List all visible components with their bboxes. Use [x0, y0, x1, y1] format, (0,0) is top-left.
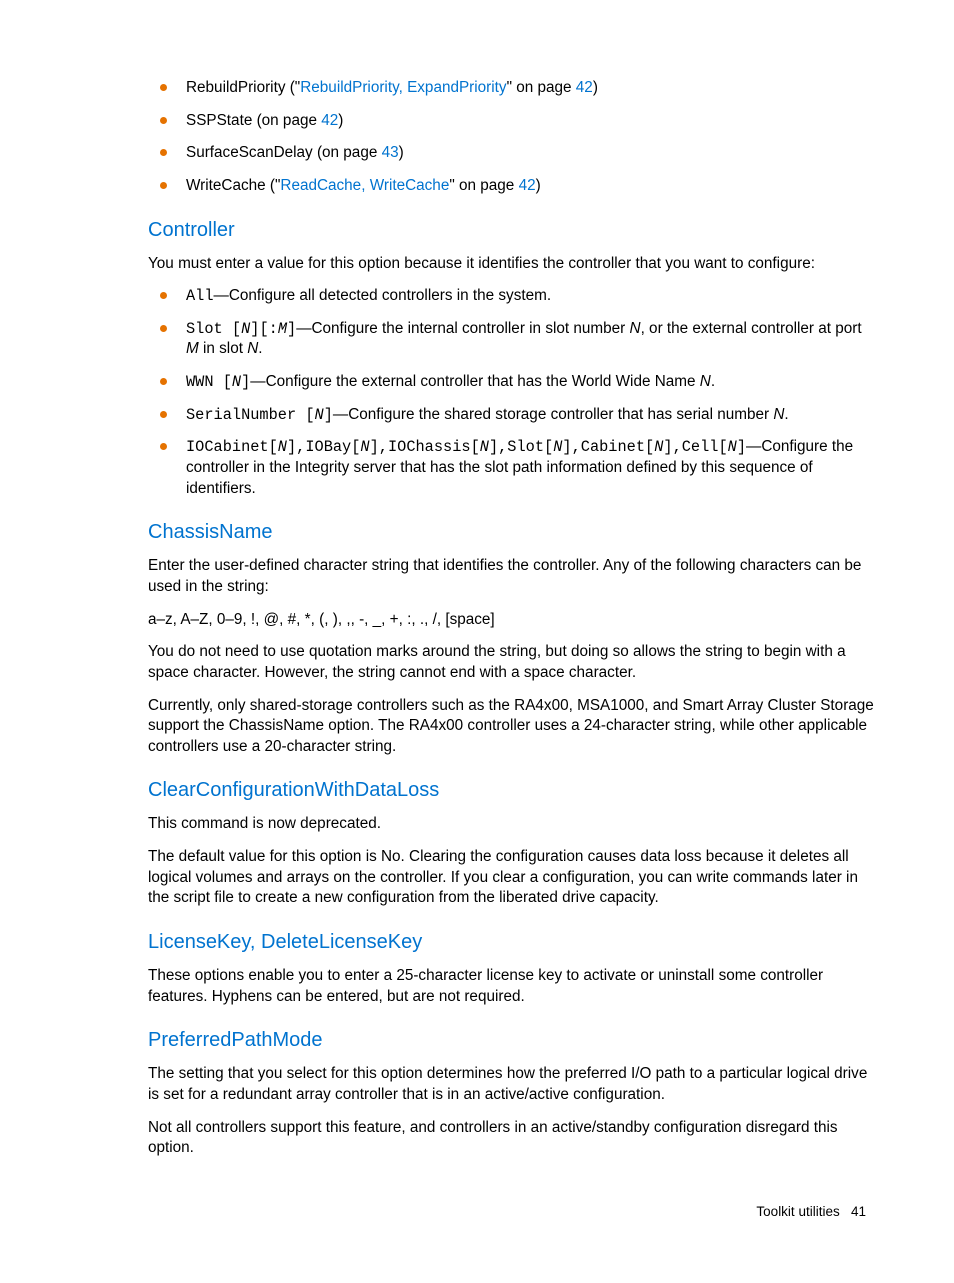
- list-item: SurfaceScanDelay (on page 43): [148, 143, 876, 164]
- code-text: Slot [: [186, 320, 241, 338]
- list-item: SSPState (on page 42): [148, 111, 876, 132]
- text: ): [399, 144, 404, 161]
- code-text: ],Cabinet[: [562, 438, 654, 456]
- var: M: [186, 340, 199, 357]
- code-text: SerialNumber [: [186, 406, 315, 424]
- list-item: SerialNumber [N]—Configure the shared st…: [148, 405, 876, 426]
- controller-list: All—Configure all detected controllers i…: [148, 286, 876, 499]
- code-var: N: [360, 438, 369, 456]
- paragraph: These options enable you to enter a 25-c…: [148, 966, 876, 1007]
- paragraph: Enter the user-defined character string …: [148, 556, 876, 597]
- code-text: ],Cell[: [663, 438, 727, 456]
- code-text: All: [186, 287, 214, 305]
- var: N: [247, 340, 258, 357]
- code-text: ],Slot[: [489, 438, 553, 456]
- text: ): [338, 112, 343, 129]
- text: —Configure the shared storage controller…: [333, 406, 773, 423]
- text: —Configure the internal controller in sl…: [296, 320, 629, 337]
- paragraph: This command is now deprecated.: [148, 814, 876, 835]
- top-option-list: RebuildPriority ("RebuildPriority, Expan…: [148, 78, 876, 197]
- text: ): [593, 79, 598, 96]
- paragraph: You must enter a value for this option b…: [148, 254, 876, 275]
- code-text: ]: [324, 406, 333, 424]
- code-var: M: [278, 320, 287, 338]
- text: in slot: [199, 340, 247, 357]
- text: SSPState (on page: [186, 112, 321, 129]
- code-text: IOCabinet[: [186, 438, 278, 456]
- paragraph: The default value for this option is No.…: [148, 847, 876, 909]
- text: —Configure all detected controllers in t…: [214, 287, 552, 304]
- page-ref-link[interactable]: 42: [519, 177, 536, 194]
- var: N: [700, 373, 711, 390]
- list-item: WriteCache ("ReadCache, WriteCache" on p…: [148, 176, 876, 197]
- paragraph: Not all controllers support this feature…: [148, 1118, 876, 1159]
- code-text: ],IOBay[: [287, 438, 360, 456]
- xref-link[interactable]: ReadCache, WriteCache: [280, 177, 449, 194]
- code-text: ],IOChassis[: [370, 438, 480, 456]
- code-var: N: [480, 438, 489, 456]
- footer-page: 41: [851, 1204, 866, 1219]
- text: " on page: [449, 177, 518, 194]
- text: SurfaceScanDelay (on page: [186, 144, 382, 161]
- page-ref-link[interactable]: 43: [382, 144, 399, 161]
- xref-link[interactable]: RebuildPriority, ExpandPriority: [300, 79, 506, 96]
- page-ref-link[interactable]: 42: [576, 79, 593, 96]
- heading-clearconfig: ClearConfigurationWithDataLoss: [148, 777, 876, 804]
- text: .: [258, 340, 262, 357]
- list-item: RebuildPriority ("RebuildPriority, Expan…: [148, 78, 876, 99]
- code-var: N: [232, 373, 241, 391]
- footer-label: Toolkit utilities: [756, 1204, 839, 1219]
- text: —Configure the external controller that …: [250, 373, 700, 390]
- code-var: N: [241, 320, 250, 338]
- code-text: WWN [: [186, 373, 232, 391]
- code-text: ]: [241, 373, 250, 391]
- paragraph: a–z, A–Z, 0–9, !, @, #, *, (, ), ,, -, _…: [148, 610, 876, 631]
- list-item: IOCabinet[N],IOBay[N],IOChassis[N],Slot[…: [148, 437, 876, 499]
- page-footer: Toolkit utilities 41: [148, 1203, 876, 1221]
- code-var: N: [728, 438, 737, 456]
- text: WriteCache (": [186, 177, 280, 194]
- page-ref-link[interactable]: 42: [321, 112, 338, 129]
- code-text: ]: [737, 438, 746, 456]
- code-var: N: [315, 406, 324, 424]
- text: " on page: [507, 79, 576, 96]
- text: RebuildPriority (": [186, 79, 300, 96]
- paragraph: You do not need to use quotation marks a…: [148, 642, 876, 683]
- heading-chassisname: ChassisName: [148, 519, 876, 546]
- text: .: [711, 373, 715, 390]
- code-text: ][:: [250, 320, 278, 338]
- list-item: WWN [N]—Configure the external controlle…: [148, 372, 876, 393]
- paragraph: The setting that you select for this opt…: [148, 1064, 876, 1105]
- code-var: N: [654, 438, 663, 456]
- text: ): [536, 177, 541, 194]
- list-item: All—Configure all detected controllers i…: [148, 286, 876, 307]
- text: , or the external controller at port: [641, 320, 862, 337]
- heading-licensekey: LicenseKey, DeleteLicenseKey: [148, 929, 876, 956]
- var: N: [773, 406, 784, 423]
- document-page: RebuildPriority ("RebuildPriority, Expan…: [0, 0, 954, 1283]
- paragraph: Currently, only shared-storage controlle…: [148, 696, 876, 758]
- list-item: Slot [N][:M]—Configure the internal cont…: [148, 319, 876, 360]
- text: .: [784, 406, 788, 423]
- heading-preferredpathmode: PreferredPathMode: [148, 1027, 876, 1054]
- heading-controller: Controller: [148, 217, 876, 244]
- code-var: N: [278, 438, 287, 456]
- var: N: [630, 320, 641, 337]
- code-text: ]: [287, 320, 296, 338]
